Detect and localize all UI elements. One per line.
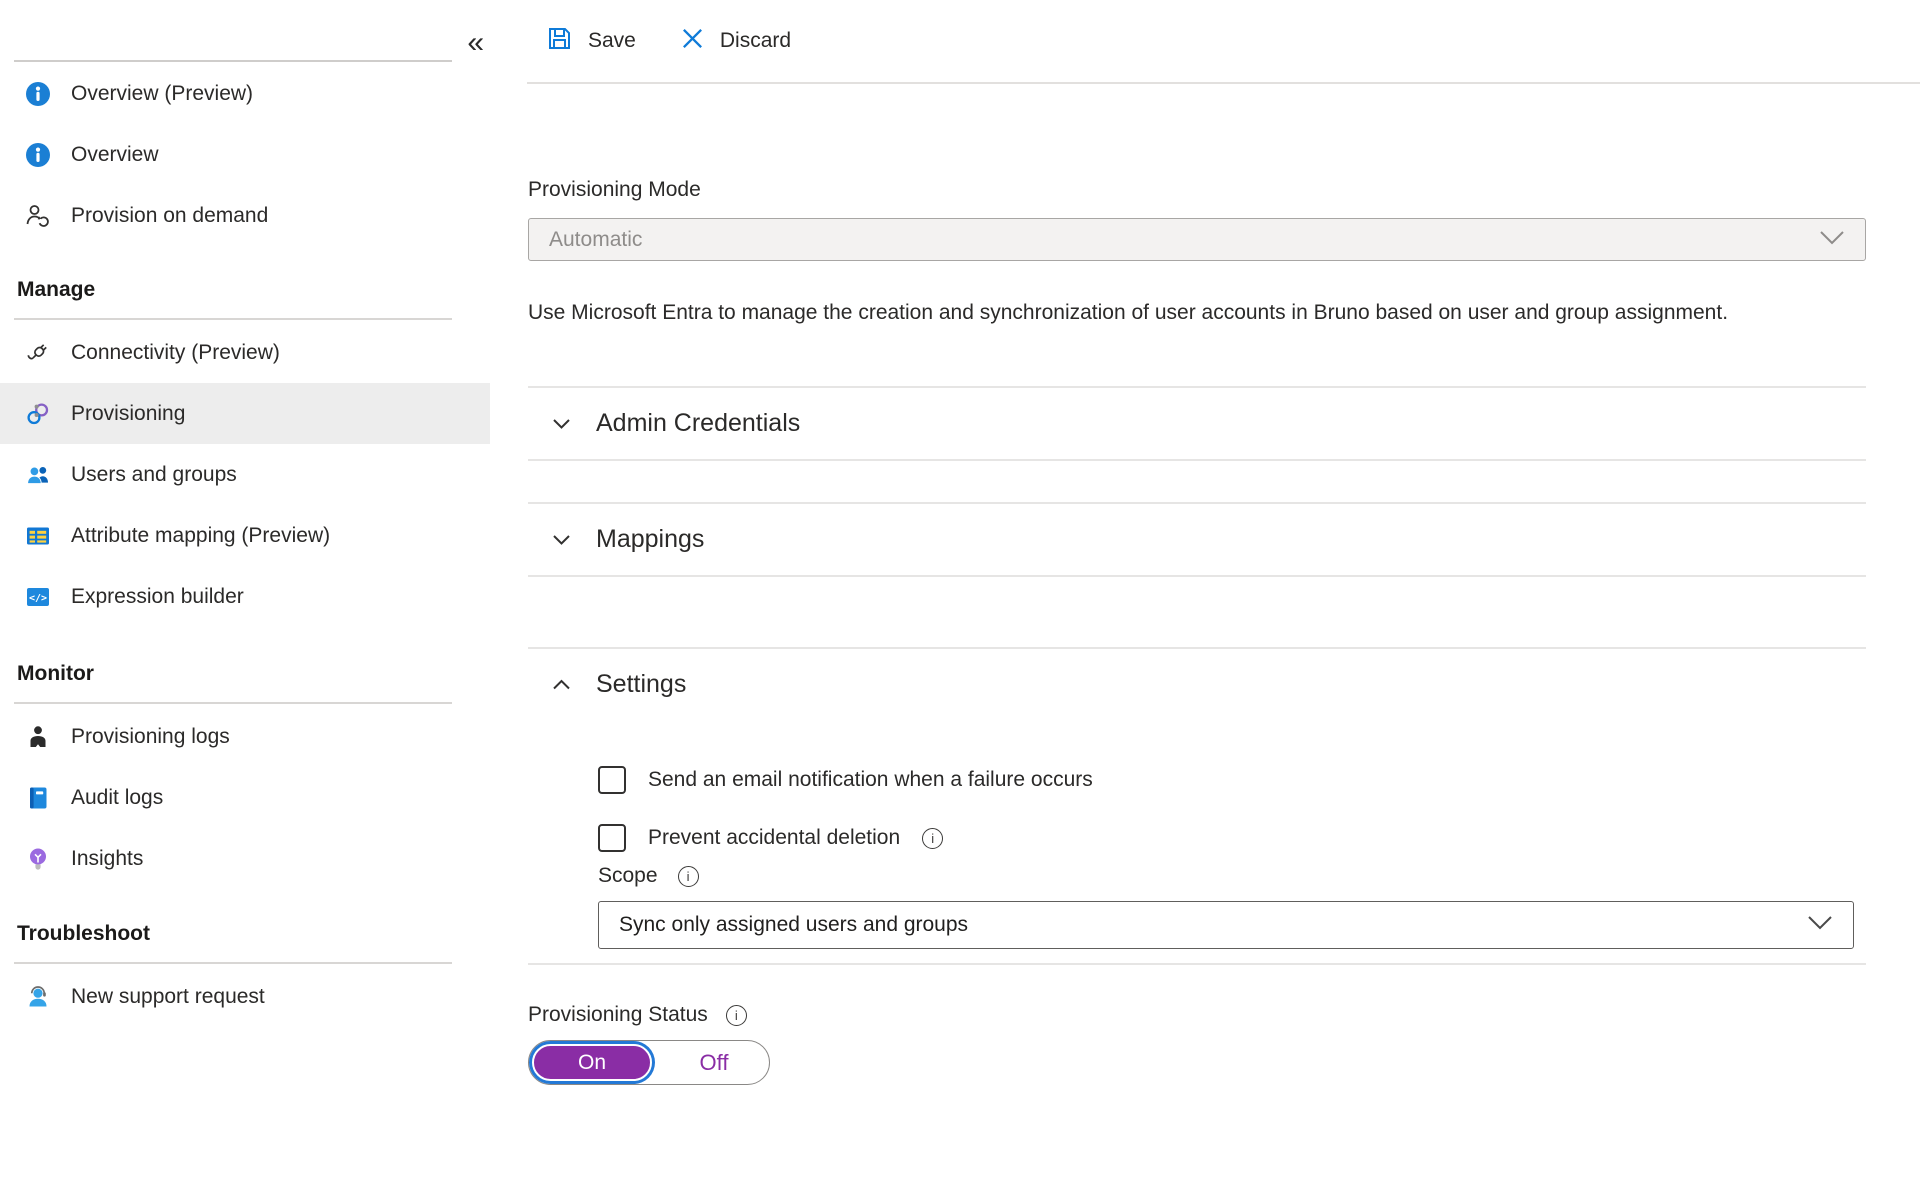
- scope-label: Scope: [598, 864, 658, 888]
- sidebar-item-label: Audit logs: [71, 786, 163, 810]
- sidebar-item-provision-on-demand[interactable]: Provision on demand: [0, 185, 490, 246]
- chevron-down-icon: [550, 412, 573, 435]
- mappings-section-header[interactable]: Mappings: [528, 502, 1866, 577]
- divider: [14, 318, 452, 320]
- sidebar-item-label: Overview: [71, 143, 159, 167]
- divider: [14, 962, 452, 964]
- sidebar-item-label: Provisioning: [71, 402, 185, 426]
- sidebar-item-audit-logs[interactable]: Audit logs: [0, 767, 490, 828]
- save-button-label: Save: [588, 29, 636, 53]
- book-icon: [24, 784, 51, 811]
- info-icon: [24, 141, 51, 168]
- sidebar-item-label: New support request: [71, 985, 265, 1009]
- info-icon[interactable]: i: [678, 866, 699, 887]
- info-icon[interactable]: i: [726, 1005, 747, 1026]
- provisioning-mode-description: Use Microsoft Entra to manage the creati…: [528, 289, 1843, 337]
- sidebar-item-insights[interactable]: Insights: [0, 828, 490, 889]
- provisioning-mode-label: Provisioning Mode: [528, 178, 1866, 202]
- provisioning-mode-value: Automatic: [549, 228, 642, 252]
- chevron-down-icon: [1819, 228, 1845, 252]
- chevron-down-icon: [550, 528, 573, 551]
- sidebar-item-overview[interactable]: Overview: [0, 124, 490, 185]
- person-sync-icon: [24, 202, 51, 229]
- command-bar: Save Discard: [490, 0, 1920, 82]
- settings-section-header[interactable]: Settings: [528, 649, 1866, 720]
- sidebar-item-label: Attribute mapping (Preview): [71, 524, 330, 548]
- sidebar-item-connectivity[interactable]: Connectivity (Preview): [0, 322, 490, 383]
- scope-label-row: Scope i: [598, 864, 1866, 888]
- people-icon: [24, 461, 51, 488]
- save-icon: [546, 25, 573, 58]
- plug-icon: [24, 339, 51, 366]
- provisioning-mode-dropdown: Automatic: [528, 218, 1866, 261]
- sidebar-item-expression-builder[interactable]: </> Expression builder: [0, 566, 490, 627]
- sidebar-item-overview-preview[interactable]: Overview (Preview): [0, 63, 490, 124]
- sidebar-item-label: Connectivity (Preview): [71, 341, 280, 365]
- toggle-on-option[interactable]: On: [532, 1044, 652, 1081]
- app-window: « Overview (Preview) Overview: [0, 0, 1920, 1186]
- support-person-icon: [24, 983, 51, 1010]
- scope-dropdown[interactable]: Sync only assigned users and groups: [598, 901, 1854, 949]
- info-icon: [24, 80, 51, 107]
- divider: [14, 60, 452, 62]
- settings-section: Settings Send an email notification when…: [528, 647, 1866, 949]
- provisioning-form: Provisioning Mode Automatic Use Microsof…: [490, 84, 1920, 1085]
- email-notification-checkbox-row: Send an email notification when a failur…: [598, 766, 1866, 794]
- save-button[interactable]: Save: [546, 25, 636, 58]
- sidebar-item-label: Provision on demand: [71, 204, 268, 228]
- sidebar-item-label: Overview (Preview): [71, 82, 253, 106]
- lightbulb-icon: [24, 845, 51, 872]
- info-icon[interactable]: i: [922, 828, 943, 849]
- discard-button-label: Discard: [720, 29, 791, 53]
- sidebar-item-users-and-groups[interactable]: Users and groups: [0, 444, 490, 505]
- email-notification-checkbox[interactable]: [598, 766, 626, 794]
- section-label: Settings: [596, 670, 686, 699]
- chevron-up-icon: [550, 673, 573, 696]
- sidebar-item-label: Expression builder: [71, 585, 244, 609]
- prevent-deletion-checkbox[interactable]: [598, 824, 626, 852]
- admin-credentials-section-header[interactable]: Admin Credentials: [528, 386, 1866, 461]
- sidebar-item-provisioning-logs[interactable]: Provisioning logs: [0, 706, 490, 767]
- attribute-table-icon: [24, 522, 51, 549]
- collapse-sidebar-icon[interactable]: «: [467, 28, 484, 58]
- sidebar-item-attribute-mapping[interactable]: Attribute mapping (Preview): [0, 505, 490, 566]
- sidebar-item-label: Users and groups: [71, 463, 237, 487]
- section-label: Mappings: [596, 525, 704, 554]
- checkbox-label: Prevent accidental deletion: [648, 826, 900, 850]
- sidebar: « Overview (Preview) Overview: [0, 0, 490, 1186]
- sidebar-item-new-support-request[interactable]: New support request: [0, 966, 490, 1027]
- checkbox-label: Send an email notification when a failur…: [648, 768, 1093, 792]
- toggle-off-option[interactable]: Off: [659, 1041, 769, 1084]
- sidebar-group-header-monitor: Monitor: [0, 662, 490, 686]
- discard-button[interactable]: Discard: [680, 26, 791, 57]
- provisioning-sync-icon: [24, 400, 51, 427]
- provisioning-status-label: Provisioning Status: [528, 1003, 708, 1027]
- sidebar-group-header-manage: Manage: [0, 278, 490, 302]
- sidebar-item-label: Insights: [71, 847, 143, 871]
- settings-body: Send an email notification when a failur…: [598, 766, 1866, 949]
- person-badge-icon: [24, 723, 51, 750]
- section-label: Admin Credentials: [596, 409, 800, 438]
- discard-x-icon: [680, 26, 705, 57]
- divider: [14, 702, 452, 704]
- sidebar-item-label: Provisioning logs: [71, 725, 230, 749]
- divider: [528, 963, 1866, 965]
- scope-dropdown-value: Sync only assigned users and groups: [619, 913, 968, 937]
- svg-text:</>: </>: [28, 593, 46, 604]
- code-icon: </>: [24, 583, 51, 610]
- prevent-deletion-checkbox-row: Prevent accidental deletion i: [598, 824, 1866, 852]
- content-pane: Save Discard Provisioning Mode Automatic: [490, 0, 1920, 1186]
- provisioning-status-label-row: Provisioning Status i: [528, 1003, 1866, 1027]
- sidebar-header: «: [0, 0, 490, 63]
- sidebar-group-header-troubleshoot: Troubleshoot: [0, 922, 490, 946]
- provisioning-status-toggle: On Off: [528, 1040, 770, 1085]
- sidebar-item-provisioning[interactable]: Provisioning: [0, 383, 490, 444]
- chevron-down-icon: [1807, 913, 1833, 937]
